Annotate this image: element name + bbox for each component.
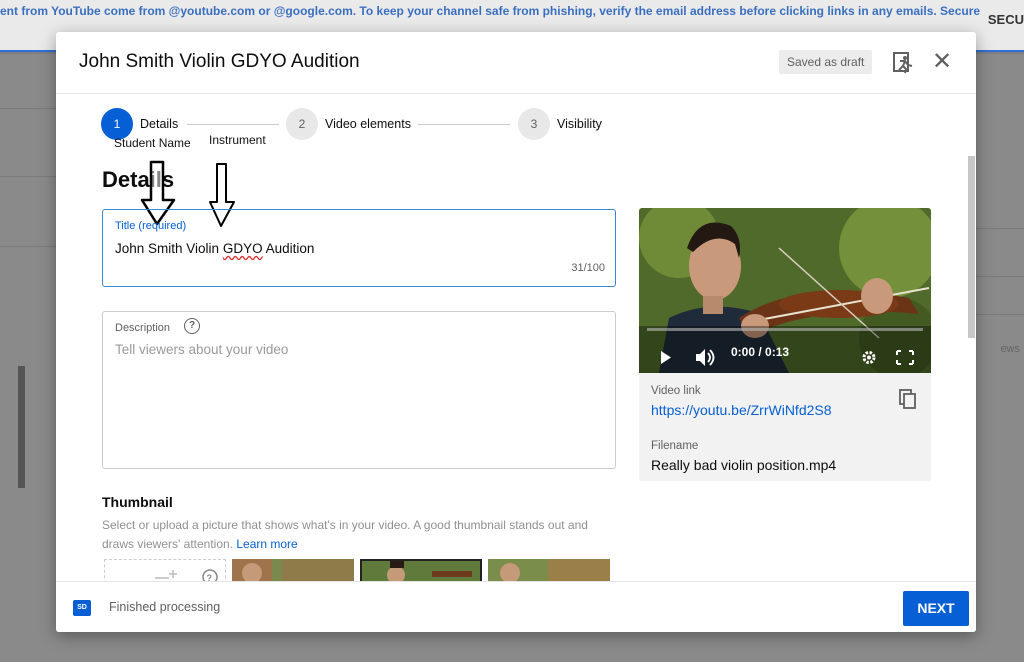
title-char-count: 31/100 <box>571 262 605 274</box>
description-field[interactable]: Description ? Tell viewers about your vi… <box>102 311 616 469</box>
thumbnail-description: Select or upload a picture that shows wh… <box>102 516 622 554</box>
bg-divider <box>976 228 1024 229</box>
bg-divider <box>976 276 1024 277</box>
bg-scrollbar <box>18 366 25 488</box>
thumbnail-description-text: Select or upload a picture that shows wh… <box>102 518 588 551</box>
bg-divider <box>0 108 56 109</box>
step-2-label[interactable]: Video elements <box>325 117 411 131</box>
title-field[interactable]: Title (required) John Smith Violin GDYO … <box>102 209 616 287</box>
close-icon[interactable]: ✕ <box>929 49 955 75</box>
bg-divider <box>976 314 1024 315</box>
title-input-value[interactable]: John Smith Violin GDYO Audition <box>115 241 314 256</box>
video-link[interactable]: https://youtu.be/ZrrWiNfd2S8 <box>651 402 832 418</box>
description-label: Description <box>115 322 171 334</box>
copy-icon[interactable] <box>897 388 919 410</box>
video-player[interactable]: 0:00 / 0:13 <box>639 208 931 373</box>
help-icon[interactable]: ? <box>184 318 200 334</box>
title-text-part: Audition <box>262 241 315 256</box>
thumbnail-heading: Thumbnail <box>102 494 173 510</box>
feedback-icon[interactable] <box>890 49 916 75</box>
dialog-header: John Smith Violin GDYO Audition Saved as… <box>56 32 976 94</box>
annotation-instrument: Instrument <box>209 133 266 147</box>
step-connector <box>418 124 510 125</box>
step-1-label[interactable]: Details <box>140 117 178 131</box>
dialog-footer: SD Finished processing NEXT <box>56 581 976 632</box>
annotation-student-name: Student Name <box>114 136 191 150</box>
bg-divider <box>0 176 56 177</box>
video-link-label: Video link <box>651 385 701 397</box>
next-button[interactable]: NEXT <box>903 591 969 626</box>
dialog-scrollbar[interactable] <box>968 156 975 338</box>
learn-more-link[interactable]: Learn more <box>236 537 297 551</box>
title-text-part: John Smith Violin <box>115 241 223 256</box>
filename-label: Filename <box>651 440 699 452</box>
play-icon <box>661 351 671 364</box>
step-3-label[interactable]: Visibility <box>557 117 602 131</box>
bg-views-label: ews <box>1000 343 1020 355</box>
dialog-title: John Smith Violin GDYO Audition <box>79 51 360 72</box>
step-3-circle[interactable]: 3 <box>518 108 550 140</box>
sd-quality-badge: SD <box>73 600 91 616</box>
banner-right-label: SECU <box>987 12 1024 27</box>
step-connector <box>187 124 279 125</box>
processing-status: Finished processing <box>109 600 221 614</box>
description-placeholder: Tell viewers about your video <box>115 342 289 357</box>
video-time: 0:00 / 0:13 <box>731 345 790 359</box>
draft-status-chip: Saved as draft <box>779 50 873 74</box>
video-preview-card: 0:00 / 0:13 Video link https://youtu.be/… <box>639 208 931 481</box>
bg-divider <box>0 246 56 247</box>
banner-text: ent from YouTube come from @youtube.com … <box>0 4 981 18</box>
spellcheck-flagged-word: GDYO <box>222 241 263 256</box>
upload-dialog: John Smith Violin GDYO Audition Saved as… <box>56 32 976 632</box>
step-2-circle[interactable]: 2 <box>286 108 318 140</box>
volume-icon <box>696 349 705 366</box>
title-field-label: Title (required) <box>115 220 187 232</box>
filename-value: Really bad violin position.mp4 <box>651 457 837 473</box>
